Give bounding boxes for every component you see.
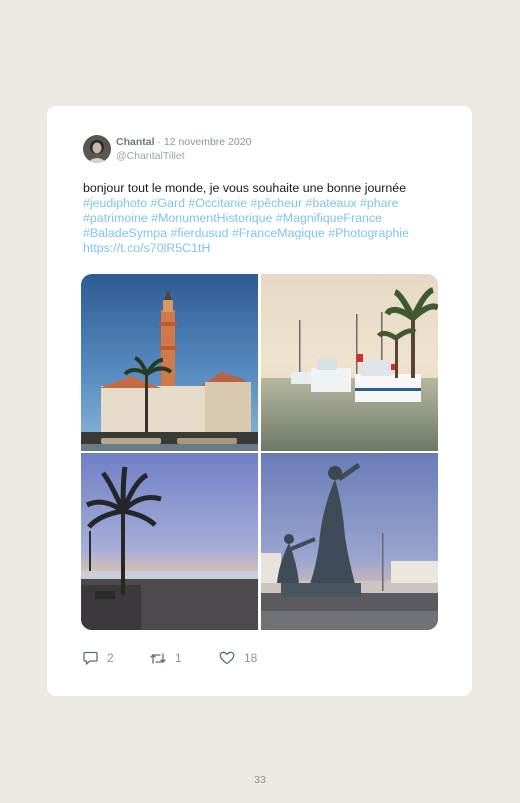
author-line: Chantal · 12 novembre 2020 [116, 136, 251, 148]
palm-tree-beach-photo[interactable] [81, 453, 258, 630]
hashtag-list: #jeudiphoto #Gard #Occitanie #pêcheur #b… [83, 196, 409, 240]
hashtag[interactable]: #FranceMagique [232, 226, 325, 240]
hashtag[interactable]: #bateaux [306, 196, 357, 210]
hashtag[interactable]: #Occitanie [188, 196, 247, 210]
photo-grid [81, 274, 438, 630]
tweet-message: bonjour tout le monde, je vous souhaite … [83, 181, 407, 195]
like-button[interactable]: 18 [219, 651, 257, 665]
harbor-boats-photo[interactable] [261, 274, 438, 451]
hashtag[interactable]: #fierdusud [171, 226, 229, 240]
hashtag[interactable]: #Photographie [328, 226, 409, 240]
tweet-card: Chantal · 12 novembre 2020 @ChantalTille… [47, 106, 472, 696]
hashtag[interactable]: #MagnifiqueFrance [276, 211, 382, 225]
retweet-icon [150, 652, 166, 664]
tweet-link[interactable]: https://t.co/s70lR5C1tH [83, 241, 210, 255]
retweet-button[interactable]: 1 [150, 651, 182, 665]
reply-button[interactable]: 2 [83, 651, 114, 665]
lighthouse-photo[interactable] [81, 274, 258, 451]
avatar[interactable] [83, 135, 111, 163]
separator: · [154, 136, 164, 148]
reply-icon [83, 651, 98, 665]
reply-count: 2 [107, 651, 114, 665]
hashtag[interactable]: #MonumentHistorique [151, 211, 272, 225]
retweet-count: 1 [175, 651, 182, 665]
hashtag[interactable]: #BaladeSympa [83, 226, 167, 240]
tweet-date[interactable]: 12 novembre 2020 [164, 136, 252, 148]
heart-icon [219, 651, 235, 665]
hashtag[interactable]: #Gard [151, 196, 185, 210]
tweet-text: bonjour tout le monde, je vous souhaite … [83, 181, 443, 256]
hashtag[interactable]: #phare [360, 196, 399, 210]
author-handle[interactable]: @ChantalTillet [116, 150, 185, 162]
like-count: 18 [244, 651, 258, 665]
hashtag[interactable]: #patrimoine [83, 211, 148, 225]
author-name[interactable]: Chantal [116, 136, 155, 148]
page-number: 33 [254, 774, 266, 786]
hashtag[interactable]: #pêcheur [250, 196, 302, 210]
statue-woman-child-photo[interactable] [261, 453, 438, 630]
hashtag[interactable]: #jeudiphoto [83, 196, 147, 210]
